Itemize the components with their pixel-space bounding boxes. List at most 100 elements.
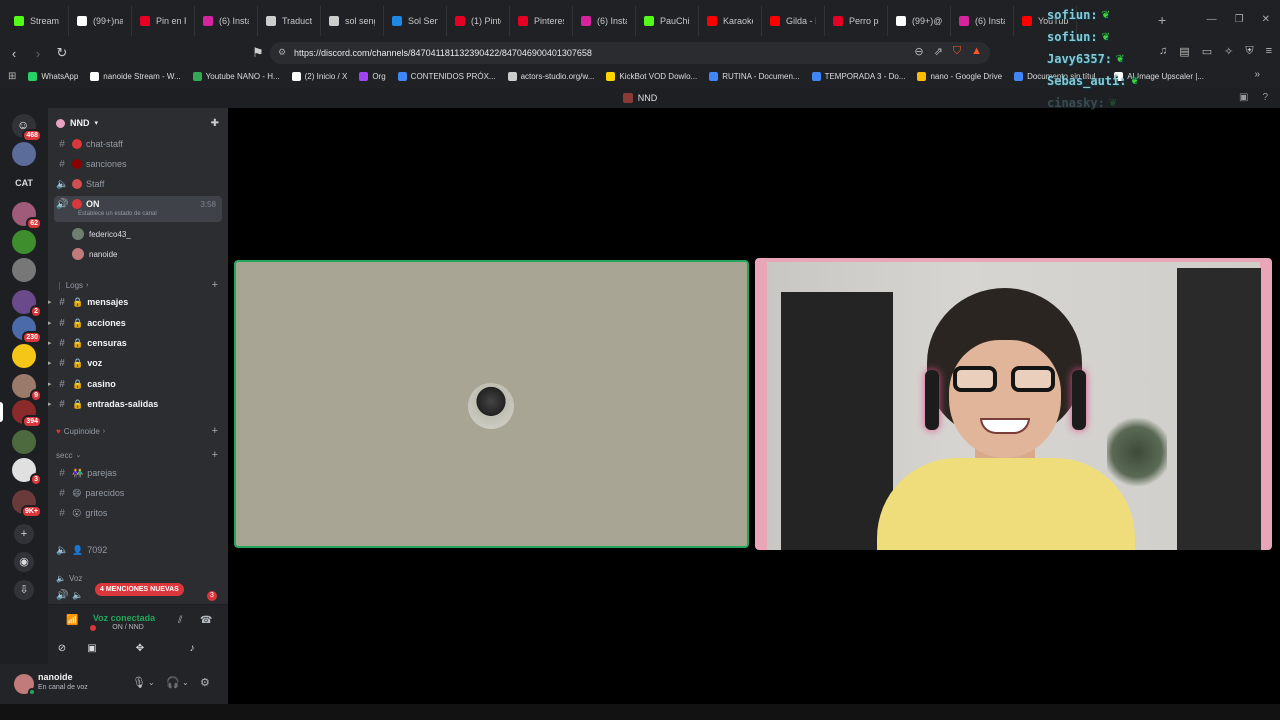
vpn-icon[interactable]: ⛨ — [1245, 45, 1253, 58]
participant-tile-speaking[interactable] — [234, 260, 749, 548]
channel-sanciones[interactable]: # sanciones — [54, 155, 222, 173]
url-bar[interactable]: ⚙ https://discord.com/channels/847041181… — [270, 42, 990, 64]
channel-staff[interactable]: 🔈 Staff — [54, 175, 222, 193]
browser-tab[interactable]: (6) Insta — [573, 6, 636, 36]
folder-cat[interactable]: CAT — [0, 178, 48, 188]
browser-tab[interactable]: Sol Seng — [384, 6, 447, 36]
inbox-icon[interactable]: ▣ — [1239, 92, 1248, 103]
server-icon-nnd[interactable]: 394 — [12, 400, 42, 428]
sidebar-icon[interactable]: ▤ — [1179, 45, 1189, 58]
settings-gear-icon[interactable]: ⚙ — [200, 676, 210, 689]
participant-tile-camera[interactable] — [755, 258, 1272, 550]
create-channel-icon[interactable]: + — [212, 449, 218, 461]
voice-channel-7092[interactable]: 🔈 👤 7092 — [54, 541, 222, 559]
browser-tab[interactable]: (99+)@ — [888, 6, 951, 36]
server-icon-7[interactable] — [12, 344, 36, 368]
reload-icon[interactable]: ↻ — [52, 45, 72, 61]
browser-tab[interactable]: Karaoke — [699, 6, 762, 36]
server-header[interactable]: NND ▾ ✚ — [48, 114, 228, 132]
browser-tab[interactable]: PauChik — [636, 6, 699, 36]
bookmark-item[interactable]: KickBot VOD Dowlo... — [600, 71, 703, 81]
back-icon[interactable]: ‹ — [4, 46, 24, 61]
channel-entradas-salidas[interactable]: ▸ # 🔒 entradas-salidas — [48, 395, 222, 413]
disconnect-icon[interactable]: ☎ — [200, 615, 212, 626]
browser-tab[interactable]: sol seng — [321, 6, 384, 36]
apps-icon[interactable]: ⊞ — [8, 71, 16, 82]
browser-tab[interactable]: (99+)na — [69, 6, 132, 36]
discover-icon[interactable]: ◉ — [14, 552, 34, 572]
bookmark-item[interactable]: CONTENIDOS PRÓX... — [392, 71, 502, 81]
minimize-icon[interactable]: — — [1207, 14, 1217, 25]
add-server-icon[interactable]: + — [14, 524, 34, 544]
channel-gritos[interactable]: # 😮 gritos — [54, 504, 222, 522]
bookmark-item[interactable]: nano - Google Drive — [911, 71, 1008, 81]
browser-tab[interactable]: (1) Pinte — [447, 6, 510, 36]
user-name[interactable]: nanoide — [38, 672, 73, 682]
close-window-icon[interactable]: ✕ — [1262, 14, 1270, 25]
headphones-icon[interactable]: 🎧 — [166, 676, 180, 689]
invite-icon[interactable]: ✚ — [211, 118, 219, 129]
channel-status[interactable]: Establece un estado de canal — [78, 211, 157, 217]
chevron-down-icon[interactable]: ⌄ — [148, 678, 155, 687]
chevron-down-icon[interactable]: ⌄ — [182, 678, 189, 687]
screen-share-button[interactable]: ▣ — [72, 641, 112, 657]
channel-acciones[interactable]: ▸ # 🔒 acciones — [48, 314, 222, 332]
server-icon-4[interactable] — [12, 258, 36, 282]
bookmark-item[interactable]: (2) Inicio / X — [286, 71, 354, 81]
server-icon-1[interactable] — [12, 142, 36, 166]
bookmark-item[interactable]: WhatsApp — [22, 71, 84, 81]
site-info-icon[interactable]: ⚙ — [278, 47, 286, 58]
voice-connected-label[interactable]: Voz conectada — [74, 613, 174, 623]
leo-icon[interactable]: ✧ — [1224, 45, 1233, 58]
server-icon-6[interactable]: 230 — [12, 316, 42, 344]
voice-user[interactable]: federico43_ — [72, 226, 131, 242]
wallet-icon[interactable]: ▭ — [1202, 45, 1212, 58]
menu-icon[interactable]: ≡ — [1266, 45, 1272, 58]
bookmark-item[interactable]: actors-studio.org/w... — [502, 71, 601, 81]
browser-tab[interactable]: (6) Insta — [195, 6, 258, 36]
home-button[interactable]: ☺ 468 — [12, 114, 42, 142]
bookmark-icon[interactable]: ⚑ — [248, 45, 268, 61]
browser-tab[interactable]: Perro pe — [825, 6, 888, 36]
server-icon-3[interactable] — [12, 230, 36, 254]
bookmark-item[interactable]: TEMPORADA 3 - Do... — [806, 71, 912, 81]
new-mentions-pill[interactable]: 4 MENCIONES NUEVAS — [95, 583, 184, 596]
category-cupinoide[interactable]: ♥ Cupinoide › + — [56, 424, 222, 438]
help-icon[interactable]: ? — [1262, 92, 1268, 103]
bookmark-item[interactable]: nanoide Stream - W... — [84, 71, 186, 81]
channel-chat-staff[interactable]: # chat-staff — [54, 135, 222, 153]
browser-tab[interactable]: (6) Insta — [951, 6, 1014, 36]
download-icon[interactable]: ⇩ — [14, 580, 34, 600]
browser-tab[interactable]: Stream — [6, 6, 69, 36]
avatar[interactable] — [14, 674, 36, 696]
server-icon-9[interactable] — [12, 430, 36, 454]
server-icon-2[interactable]: 62 — [12, 202, 42, 230]
more-bookmarks-icon[interactable]: » — [1254, 69, 1260, 80]
channel-parejas[interactable]: # 👫 parejas — [54, 464, 222, 482]
maximize-icon[interactable]: ❐ — [1235, 14, 1244, 25]
channel-mensajes[interactable]: ▸ # 🔒 mensajes — [48, 293, 222, 311]
share-icon[interactable]: ⇗ — [934, 45, 943, 58]
activities-button[interactable]: ✥ — [120, 641, 160, 657]
bookmark-item[interactable]: RUTINA - Documen... — [703, 71, 805, 81]
voice-channel-on[interactable]: 🔊 ON 3:58 Establece un estado de canal — [54, 196, 222, 222]
browser-tab[interactable]: Gilda - I — [762, 6, 825, 36]
server-icon-8[interactable]: 9 — [12, 374, 42, 402]
zoom-icon[interactable]: ⊖ — [914, 45, 923, 58]
channel-parecidos[interactable]: # 😄 parecidos — [54, 484, 222, 502]
brave-rewards-icon[interactable]: ▲ — [971, 45, 982, 58]
browser-tab[interactable]: Pinterest — [510, 6, 573, 36]
brave-shield-icon[interactable]: ⛉ — [953, 45, 961, 58]
server-icon-10[interactable]: 3 — [12, 458, 42, 486]
category-logs[interactable]: ❘ Logs › + — [56, 278, 222, 292]
create-channel-icon[interactable]: + — [212, 279, 218, 291]
soundboard-button[interactable]: ♪ — [172, 641, 212, 657]
voice-user[interactable]: nanoide — [72, 246, 117, 262]
bookmark-item[interactable]: Youtube NANO - H... — [187, 71, 286, 81]
category-secc[interactable]: secc ⌄ + — [56, 448, 222, 462]
server-icon-11[interactable]: 9K+ — [12, 490, 42, 518]
channel-censuras[interactable]: ▸ # 🔒 censuras — [48, 334, 222, 352]
channel-voz[interactable]: ▸ # 🔒 voz — [48, 354, 222, 372]
server-icon-5[interactable]: 2 — [12, 290, 42, 318]
voice-channel-path[interactable]: ON / NND — [78, 624, 178, 631]
